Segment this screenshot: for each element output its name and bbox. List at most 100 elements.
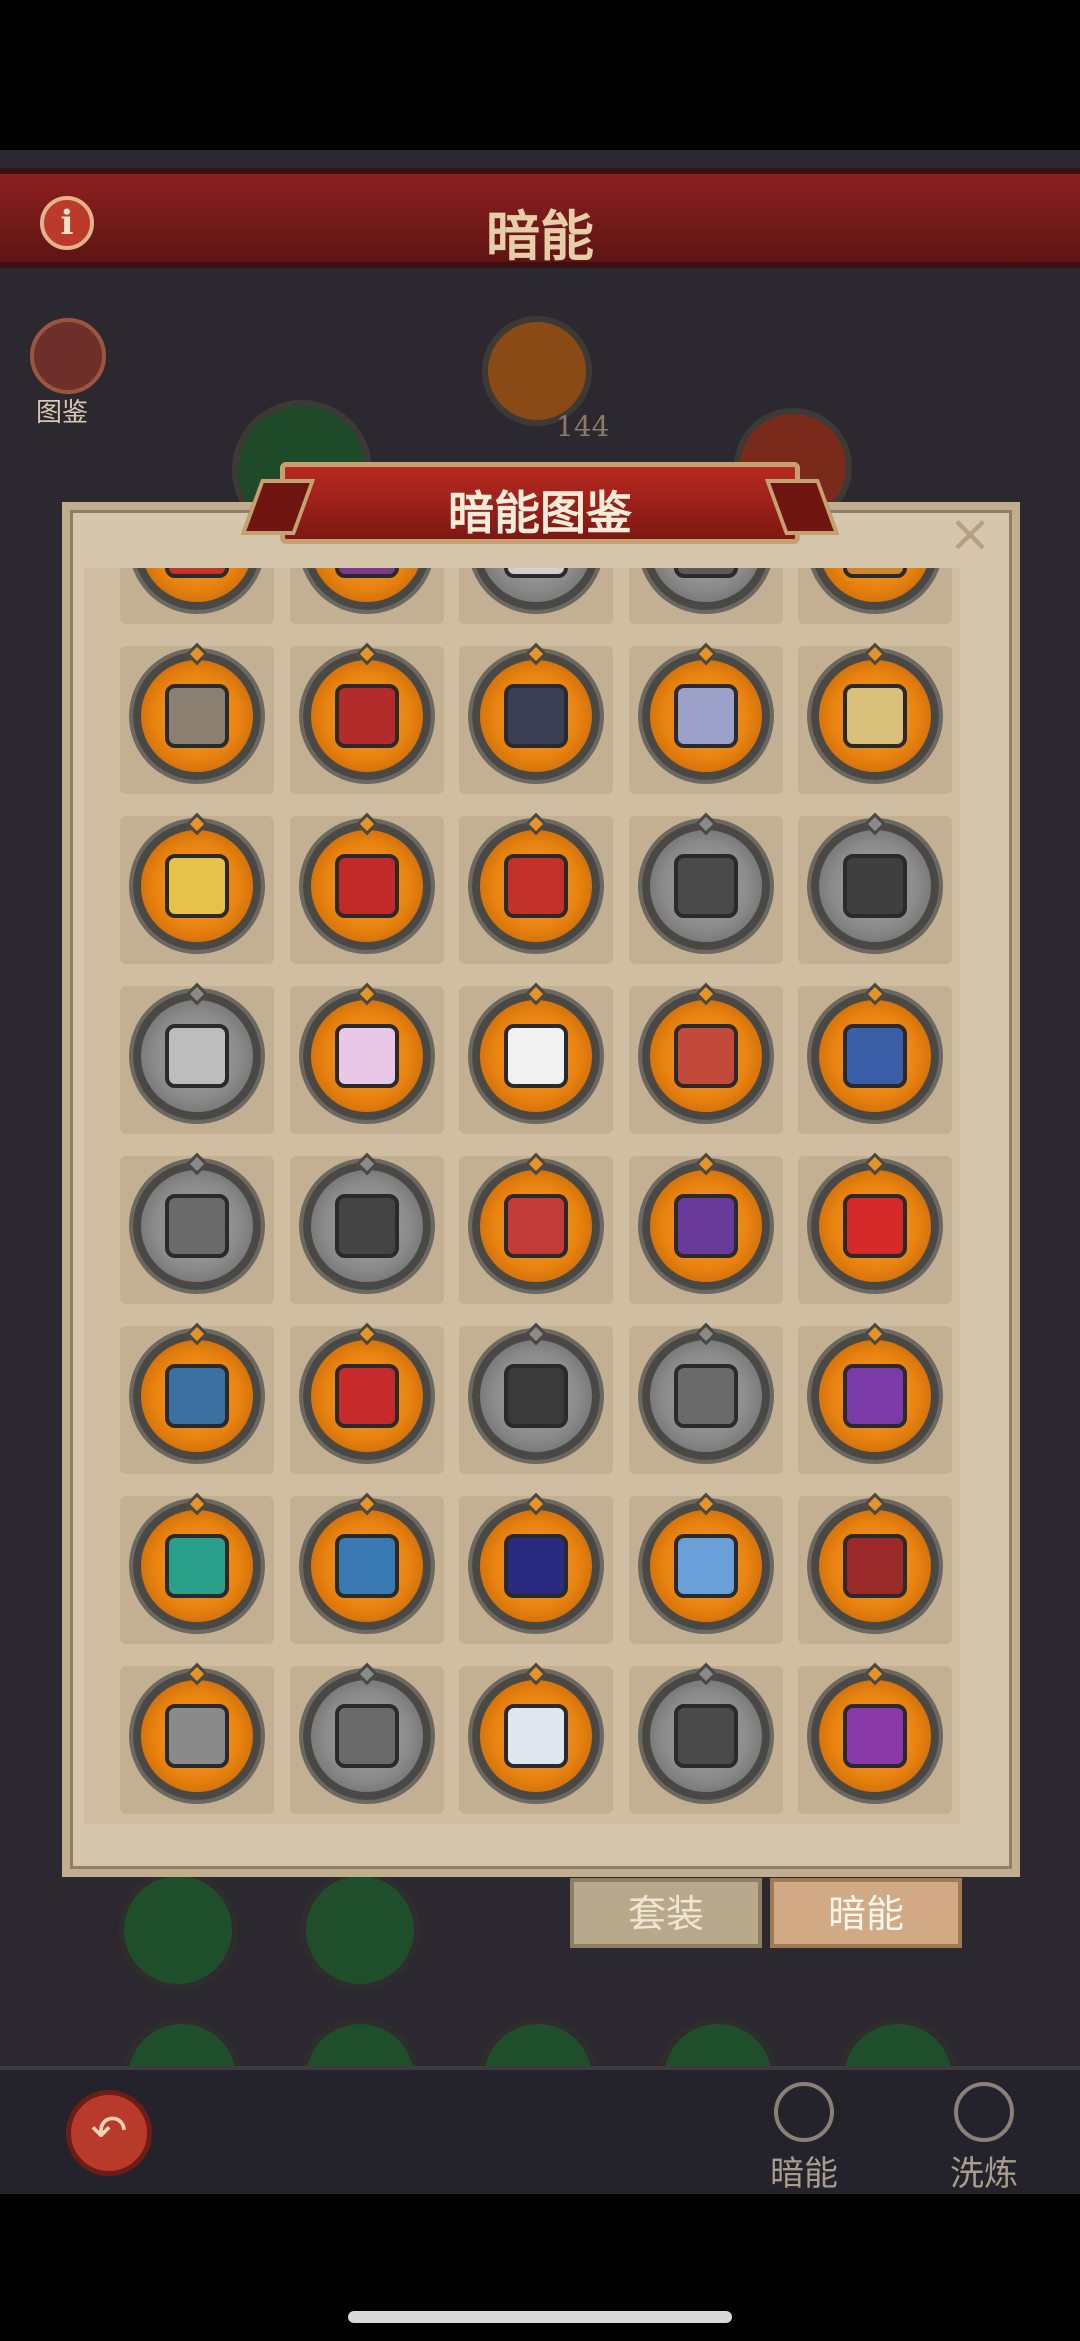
unlocked-badge xyxy=(303,642,431,780)
dark-leggings-icon xyxy=(335,1194,399,1258)
badge-gem xyxy=(524,812,548,836)
locked-badge xyxy=(303,1662,431,1800)
codex-cell[interactable] xyxy=(629,812,783,964)
home-indicator xyxy=(348,2311,732,2323)
codex-cell[interactable] xyxy=(629,1322,783,1474)
codex-cell[interactable] xyxy=(290,642,444,794)
codex-cell[interactable] xyxy=(798,642,952,794)
codex-cell[interactable] xyxy=(629,1662,783,1814)
codex-cell[interactable] xyxy=(798,1492,952,1644)
blue-band-icon xyxy=(335,1534,399,1598)
unlocked-badge xyxy=(472,812,600,950)
badge-gem xyxy=(185,812,209,836)
blue-armor-icon xyxy=(843,1024,907,1088)
codex-cell[interactable] xyxy=(290,1662,444,1814)
codex-cell[interactable] xyxy=(798,812,952,964)
unlocked-badge xyxy=(642,642,770,780)
badge-gem xyxy=(355,1152,379,1176)
unlocked-badge xyxy=(472,1492,600,1630)
codex-cell[interactable] xyxy=(459,982,613,1134)
badge-gem xyxy=(863,982,887,1006)
gray-chain-icon xyxy=(335,1704,399,1768)
badge-gem xyxy=(524,1152,548,1176)
iron-gauntlet-icon xyxy=(843,854,907,918)
codex-cell[interactable] xyxy=(629,1152,783,1304)
codex-cell[interactable] xyxy=(459,1152,613,1304)
back-arrow-icon[interactable]: ↶ xyxy=(66,2090,152,2176)
badge-gem xyxy=(863,1662,887,1686)
codex-cell[interactable] xyxy=(629,642,783,794)
codex-cell[interactable] xyxy=(459,812,613,964)
red-crown-icon xyxy=(335,1364,399,1428)
codex-cell[interactable] xyxy=(629,568,783,624)
codex-cell[interactable] xyxy=(120,642,274,794)
nav-refine[interactable]: 洗炼 xyxy=(934,2082,1034,2195)
codex-cell[interactable] xyxy=(120,1492,274,1644)
badge-gem xyxy=(694,1322,718,1346)
codex-cell[interactable] xyxy=(798,982,952,1134)
locked-badge xyxy=(303,1152,431,1290)
badge-gem xyxy=(185,1662,209,1686)
badge-gem xyxy=(694,1152,718,1176)
golden-gauntlet-icon xyxy=(165,854,229,918)
codex-cell[interactable] xyxy=(120,1322,274,1474)
red-cape-icon xyxy=(504,1534,568,1598)
codex-cell[interactable] xyxy=(120,1152,274,1304)
unlocked-badge xyxy=(303,1492,431,1630)
codex-cell[interactable] xyxy=(798,1662,952,1814)
locked-badge xyxy=(472,568,600,610)
codex-cell[interactable] xyxy=(459,642,613,794)
tab-set[interactable]: 套装 xyxy=(570,1878,762,1948)
skull-emblem-icon xyxy=(674,1704,738,1768)
badge-gem xyxy=(694,642,718,666)
codex-cell[interactable] xyxy=(459,1492,613,1644)
codex-cell[interactable] xyxy=(120,812,274,964)
codex-grid[interactable] xyxy=(84,568,960,1824)
badge-gem xyxy=(185,642,209,666)
unlocked-badge xyxy=(133,1322,261,1460)
codex-cell[interactable] xyxy=(290,982,444,1134)
codex-cell[interactable] xyxy=(459,1662,613,1814)
codex-cell[interactable] xyxy=(120,568,274,624)
close-icon[interactable]: × xyxy=(948,508,992,560)
nav-dark-energy[interactable]: 暗能 xyxy=(754,2082,854,2195)
dragon-helmet-icon xyxy=(674,684,738,748)
locked-badge xyxy=(642,568,770,610)
unlocked-badge xyxy=(133,642,261,780)
unlocked-badge xyxy=(811,1152,939,1290)
codex-cell[interactable] xyxy=(290,1492,444,1644)
unlocked-badge xyxy=(303,1322,431,1460)
book-icon[interactable] xyxy=(30,318,106,394)
dark-energy-icon xyxy=(774,2082,834,2142)
codex-cell[interactable] xyxy=(290,1152,444,1304)
codex-cell[interactable] xyxy=(459,568,613,624)
modal-title-banner: 暗能图鉴 xyxy=(280,462,800,544)
locked-badge xyxy=(642,812,770,950)
badge-gem xyxy=(355,812,379,836)
helmet-icon xyxy=(504,684,568,748)
badge-gem xyxy=(694,1492,718,1516)
gray-leggings-icon xyxy=(165,1194,229,1258)
codex-cell[interactable] xyxy=(629,982,783,1134)
codex-cell[interactable] xyxy=(798,568,952,624)
unlocked-badge xyxy=(472,1662,600,1800)
unlocked-badge xyxy=(133,812,261,950)
codex-cell[interactable] xyxy=(290,812,444,964)
unlocked-badge xyxy=(811,1492,939,1630)
badge-gem xyxy=(185,982,209,1006)
codex-cell[interactable] xyxy=(120,982,274,1134)
codex-cell[interactable] xyxy=(290,1322,444,1474)
codex-cell[interactable] xyxy=(798,1322,952,1474)
tab-dark-energy[interactable]: 暗能 xyxy=(770,1878,962,1948)
codex-cell[interactable] xyxy=(290,568,444,624)
codex-cell[interactable] xyxy=(798,1152,952,1304)
modal-title: 暗能图鉴 xyxy=(448,486,632,540)
badge-gem xyxy=(524,1322,548,1346)
codex-cell[interactable] xyxy=(120,1662,274,1814)
background-title: 暗能 xyxy=(486,204,594,268)
codex-cell[interactable] xyxy=(459,1322,613,1474)
codex-cell[interactable] xyxy=(629,1492,783,1644)
badge-gem xyxy=(863,812,887,836)
orange-armor-icon xyxy=(504,1024,568,1088)
unlocked-badge xyxy=(811,1662,939,1800)
